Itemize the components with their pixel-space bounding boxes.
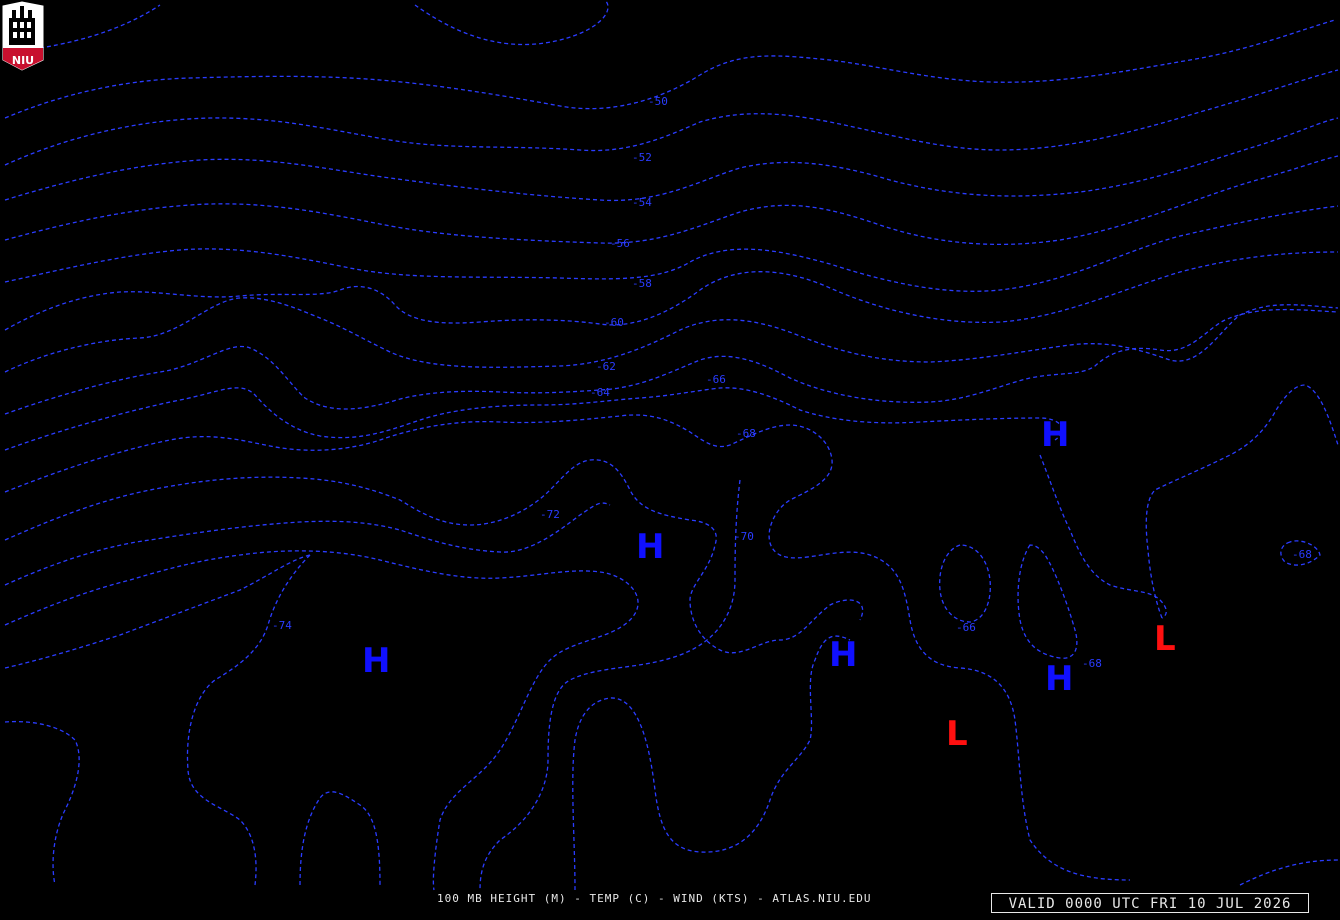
niu-logo: NIU — [2, 1, 44, 71]
contour-label: -50 — [648, 95, 668, 108]
isotherm-line — [4, 720, 80, 886]
contour-label: -58 — [632, 277, 652, 290]
isotherm-line — [299, 791, 381, 886]
contour-label: -74 — [272, 619, 292, 632]
contour-label: -68 — [1082, 657, 1102, 670]
isotherm-line — [4, 251, 1339, 331]
isotherm-line — [1239, 859, 1339, 886]
isotherm-line — [4, 459, 864, 654]
isotherm-line — [186, 554, 311, 886]
contour-label: -62 — [596, 360, 616, 373]
contour-label: -68 — [1292, 548, 1312, 561]
map-caption: 100 MB HEIGHT (M) - TEMP (C) - WIND (KTS… — [437, 892, 872, 905]
contour-label: -64 — [590, 386, 610, 399]
contour-label: -56 — [610, 237, 630, 250]
low-pressure-marker: L — [946, 714, 968, 754]
niu-logo-text: NIU — [12, 54, 34, 67]
isotherm-line — [4, 155, 1339, 246]
isotherm-line — [4, 117, 1339, 202]
contour-label: -68 — [736, 427, 756, 440]
high-pressure-marker: H — [636, 527, 664, 567]
isotherm-line — [4, 550, 639, 891]
isotherm-line — [572, 635, 851, 891]
isotherm-line — [4, 387, 1063, 451]
isotherm-line — [4, 19, 1336, 119]
isotherm-line — [479, 479, 741, 891]
isotherm-line — [4, 414, 1131, 881]
isotherm-line — [414, 0, 609, 46]
high-pressure-marker: H — [362, 641, 390, 681]
contour-label: -70 — [734, 530, 754, 543]
contour-label: -66 — [956, 621, 976, 634]
isotherm-line — [4, 205, 1339, 292]
isotherm-line — [939, 544, 991, 623]
isotherm-line — [1017, 544, 1078, 659]
isotherm-line — [4, 502, 611, 586]
isotherm-line — [1145, 384, 1339, 619]
isotherm-line — [4, 69, 1339, 166]
contour-label: -60 — [604, 316, 624, 329]
contour-label: -72 — [540, 508, 560, 521]
contour-label: -52 — [632, 151, 652, 164]
contour-label: -66 — [706, 373, 726, 386]
isotherm-line — [1039, 454, 1167, 619]
isotherm-line — [4, 308, 1339, 415]
high-pressure-marker: H — [1045, 659, 1073, 699]
pressure-centers: H H H H H L L — [362, 415, 1176, 754]
isotherm-contours — [4, 0, 1339, 891]
high-pressure-marker: H — [1041, 415, 1069, 455]
low-pressure-marker: L — [1154, 619, 1176, 659]
contour-label: -54 — [632, 196, 652, 209]
high-pressure-marker: H — [829, 635, 857, 675]
isotherm-line — [39, 4, 161, 49]
valid-time-box: VALID 0000 UTC FRI 10 JUL 2026 — [991, 893, 1309, 913]
weather-map: -50 -52 -54 -56 -58 -60 -62 -64 -66 -68 … — [2, 0, 1339, 891]
contour-labels: -50 -52 -54 -56 -58 -60 -62 -64 -66 -68 … — [272, 95, 1312, 670]
